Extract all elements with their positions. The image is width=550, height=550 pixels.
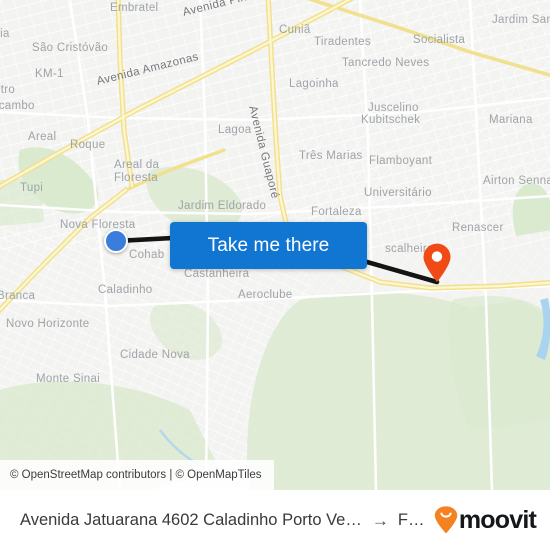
destination-pin-marker[interactable] (422, 243, 452, 283)
moovit-logo[interactable]: moovit (434, 505, 537, 534)
destination-address-label: F… (397, 510, 424, 529)
origin-address-label: Avenida Jatuarana 4602 Caladinho Porto V… (20, 510, 363, 529)
map-canvas[interactable]: Embratel Cuniã Tiradentes Socialista Jardim … (0, 0, 550, 490)
map-attribution[interactable]: © OpenStreetMap contributors | © OpenMap… (0, 460, 274, 490)
route-summary: Avenida Jatuarana 4602 Caladinho Porto V… (20, 511, 424, 530)
map-pin-icon (423, 243, 451, 282)
moovit-wordmark: moovit (458, 505, 537, 534)
moovit-map-page: Embratel Cuniã Tiradentes Socialista Jardim … (0, 0, 550, 550)
moovit-pin-icon (434, 506, 458, 534)
origin-dot-marker[interactable] (104, 229, 128, 253)
footer-bar: Avenida Jatuarana 4602 Caladinho Porto V… (0, 490, 550, 550)
arrow-right-icon: → (371, 510, 389, 530)
take-me-there-button[interactable]: Take me there (170, 222, 367, 269)
